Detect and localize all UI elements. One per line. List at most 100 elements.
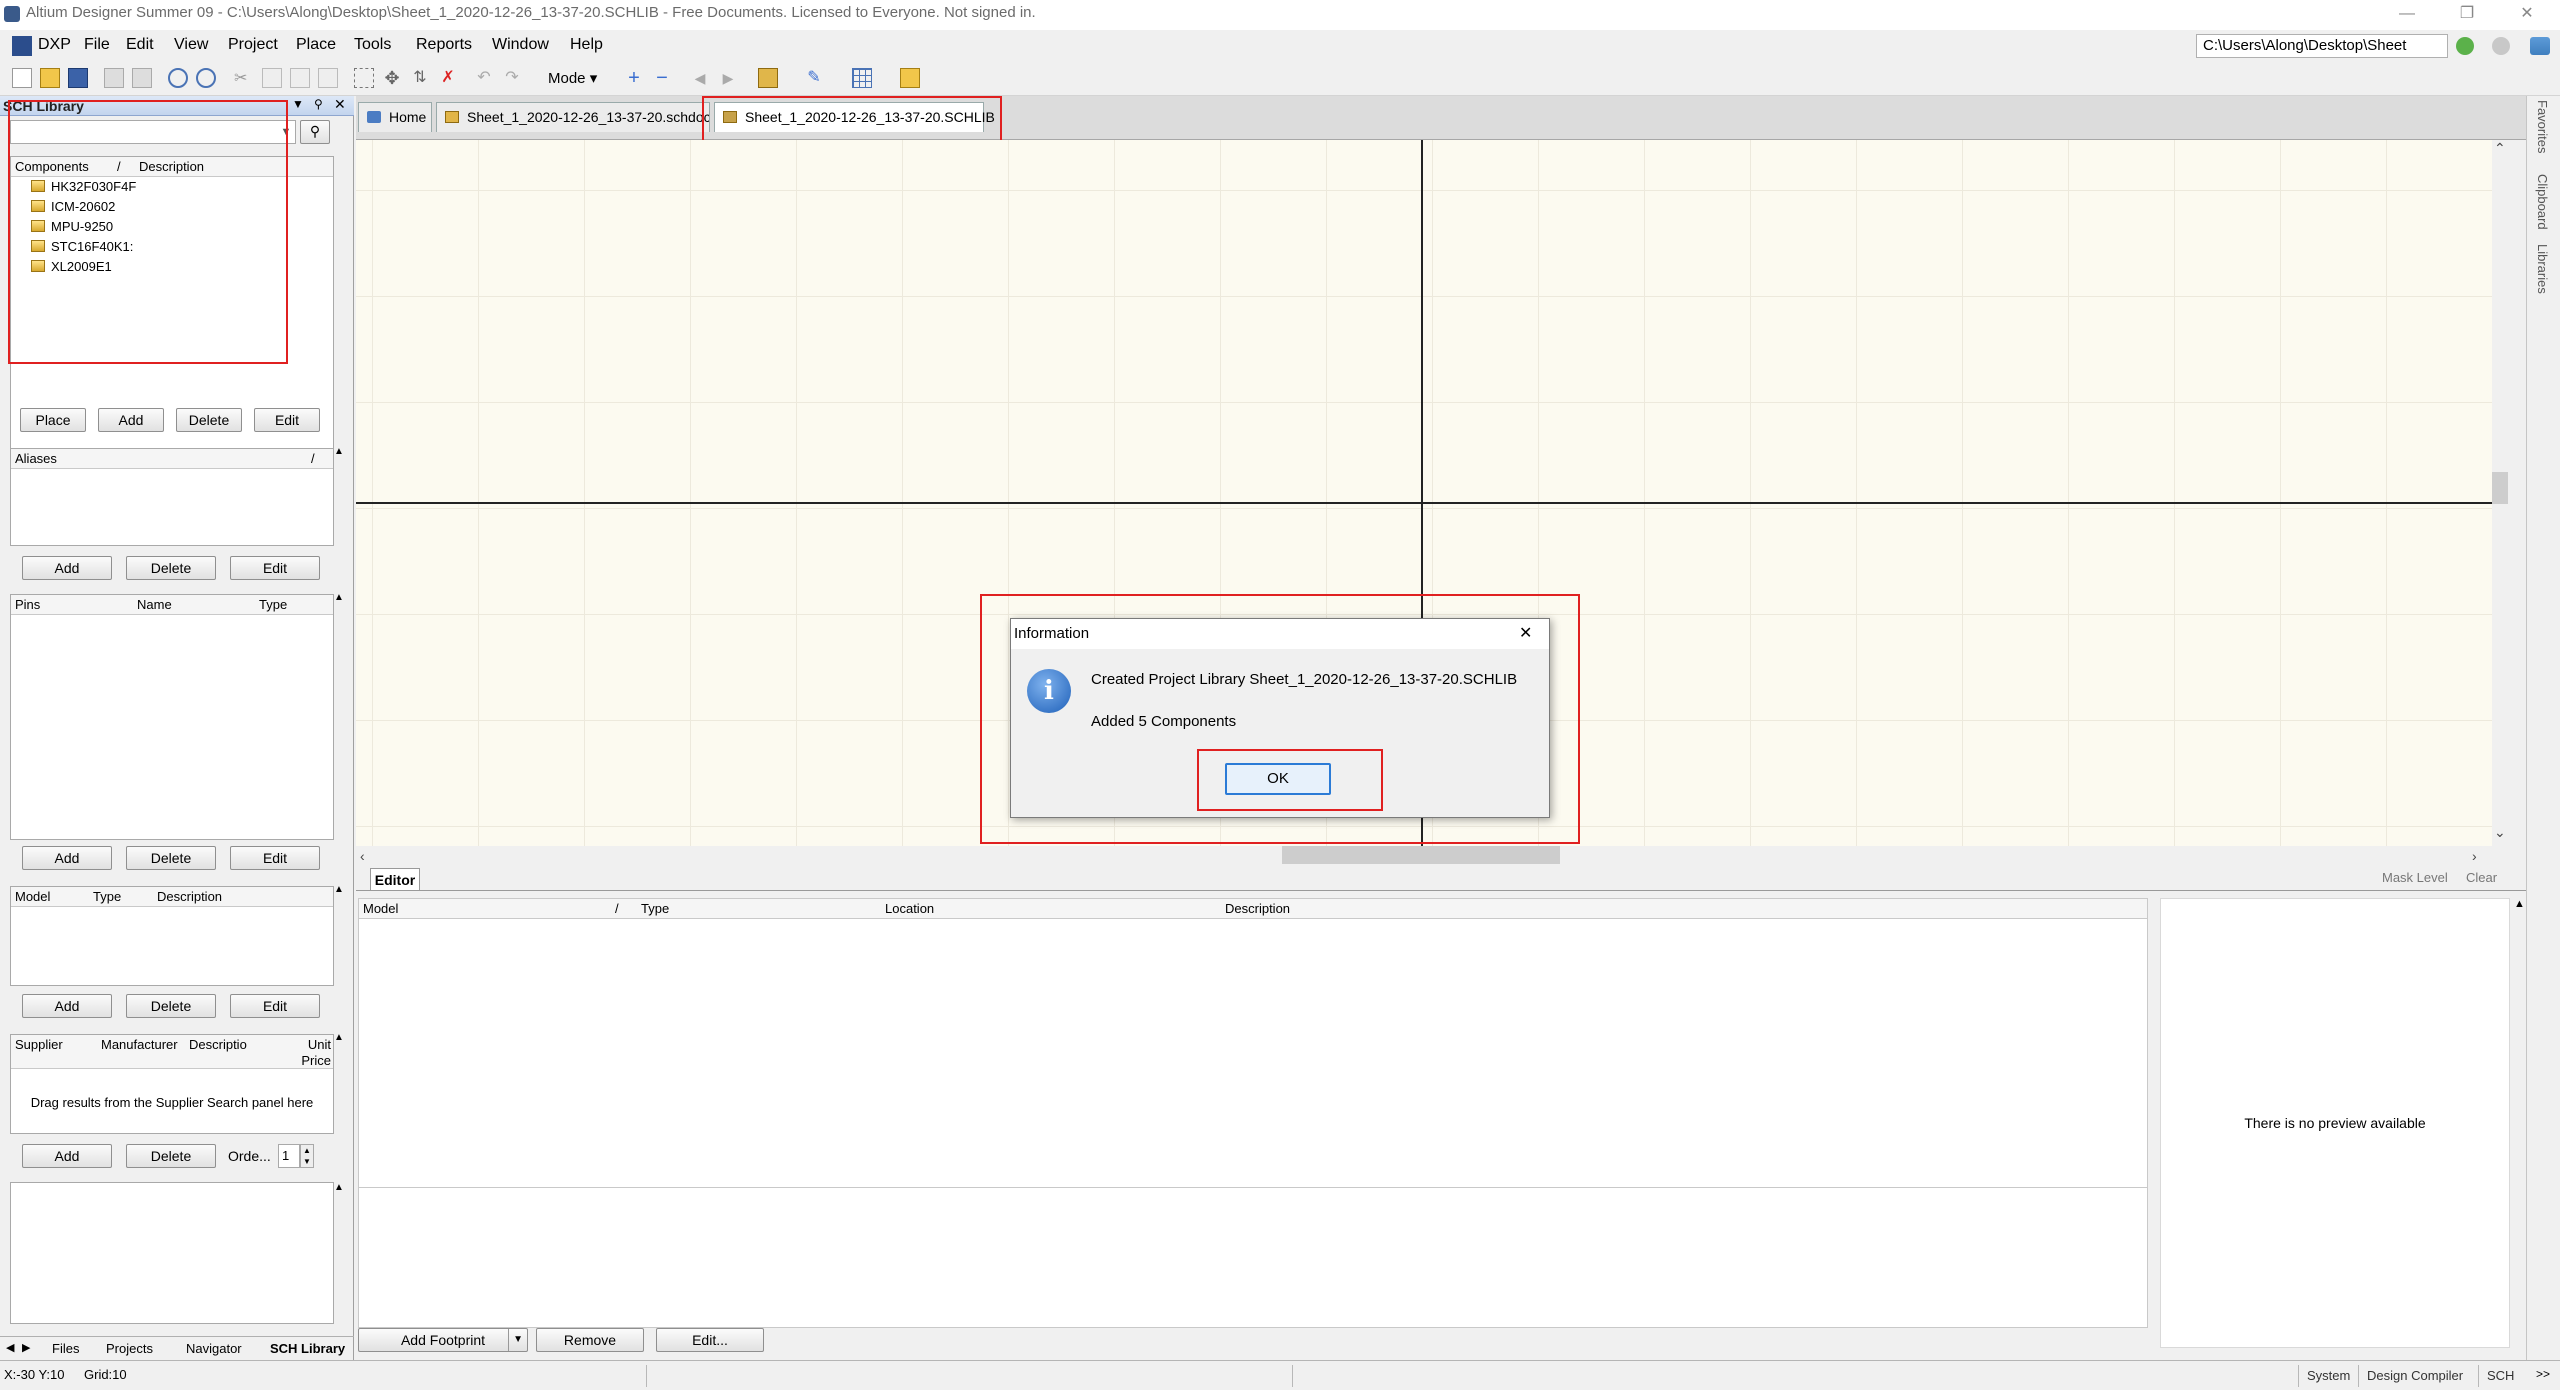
minimize-button[interactable]: — bbox=[2384, 0, 2430, 30]
undo-icon[interactable]: ↶ bbox=[474, 68, 494, 88]
col-supplier[interactable]: Supplier bbox=[15, 1037, 63, 1052]
open-icon[interactable] bbox=[40, 68, 60, 88]
delete-component-button[interactable]: Delete bbox=[176, 408, 242, 432]
filter-search-button[interactable]: ⚲ bbox=[300, 120, 330, 144]
col-manufacturer[interactable]: Manufacturer bbox=[101, 1037, 178, 1052]
path-combo[interactable]: C:\Users\Along\Desktop\Sheet bbox=[2196, 34, 2448, 58]
tab-scroll-right-icon[interactable]: ▶ bbox=[22, 1341, 30, 1354]
status-more-icon[interactable]: >> bbox=[2536, 1367, 2550, 1381]
horizontal-scrollbar[interactable]: ‹ › bbox=[356, 846, 2492, 868]
pins-collapse-icon[interactable]: ▲ bbox=[334, 592, 344, 603]
scroll-up-icon[interactable]: ⌃ bbox=[2494, 140, 2506, 157]
clear-filter-icon[interactable]: ✗ bbox=[438, 68, 458, 88]
extra-collapse-icon[interactable]: ▲ bbox=[334, 1182, 344, 1193]
menu-dxp[interactable]: DXP bbox=[38, 36, 71, 54]
add-footprint-button[interactable]: Add Footprint ▼ bbox=[358, 1328, 528, 1352]
add-pin-button[interactable]: Add bbox=[22, 846, 112, 870]
deselect-icon[interactable]: ⇅ bbox=[410, 68, 430, 88]
col-editor-type[interactable]: Type bbox=[641, 901, 669, 916]
col-model-description[interactable]: Description bbox=[157, 889, 222, 904]
grid-icon[interactable] bbox=[852, 68, 872, 88]
menu-help[interactable]: Help bbox=[570, 36, 603, 54]
copy-icon[interactable] bbox=[262, 68, 282, 88]
model-collapse-icon[interactable]: ▲ bbox=[334, 884, 344, 895]
scroll-left-icon[interactable]: ‹ bbox=[360, 848, 365, 864]
tab-schdoc[interactable]: Sheet_1_2020-12-26_13-37-20.schdoc bbox=[436, 102, 710, 132]
panel-close-icon[interactable]: ✕ bbox=[334, 96, 346, 113]
status-system-button[interactable]: System bbox=[2298, 1365, 2358, 1387]
dialog-close-icon[interactable]: ✕ bbox=[1519, 623, 1532, 643]
vertical-scroll-thumb[interactable] bbox=[2492, 472, 2508, 504]
menu-reports[interactable]: Reports bbox=[416, 36, 472, 54]
col-supplier-description[interactable]: Descriptio bbox=[189, 1037, 247, 1052]
tab-navigator[interactable]: Navigator bbox=[186, 1341, 242, 1356]
extra-list[interactable] bbox=[10, 1182, 334, 1324]
pins-list[interactable]: Pins Name Type bbox=[10, 594, 334, 840]
add-component-button[interactable]: Add bbox=[98, 408, 164, 432]
col-editor-location[interactable]: Location bbox=[885, 901, 934, 916]
add-footprint-dropdown-icon[interactable]: ▼ bbox=[508, 1329, 523, 1351]
tab-files[interactable]: Files bbox=[52, 1341, 79, 1356]
add-model-button[interactable]: Add bbox=[22, 994, 112, 1018]
editor-tab[interactable]: Editor bbox=[370, 868, 420, 890]
supplier-collapse-icon[interactable]: ▲ bbox=[334, 1032, 344, 1043]
col-name[interactable]: Name bbox=[137, 597, 172, 612]
favorites-tab[interactable]: Favorites bbox=[2535, 100, 2550, 153]
rubber-stamp-icon[interactable] bbox=[318, 68, 338, 88]
col-model[interactable]: Model bbox=[15, 889, 50, 904]
select-area-icon[interactable] bbox=[354, 68, 374, 88]
model-grid[interactable]: Model / Type Location Description bbox=[358, 898, 2148, 1188]
add-alias-button[interactable]: Add bbox=[22, 556, 112, 580]
move-icon[interactable]: ✥ bbox=[382, 68, 402, 88]
vertical-scrollbar[interactable]: ⌃ ⌄ bbox=[2492, 140, 2526, 846]
nav-back-icon[interactable] bbox=[2492, 37, 2510, 55]
cut-icon[interactable]: ✂ bbox=[234, 68, 254, 88]
col-pins[interactable]: Pins bbox=[15, 597, 40, 612]
panel-menu-icon[interactable]: ▼ bbox=[292, 97, 304, 111]
aliases-list[interactable]: Aliases / bbox=[10, 448, 334, 546]
prev-part-icon[interactable]: ◀ bbox=[690, 68, 710, 88]
paste-icon[interactable] bbox=[290, 68, 310, 88]
add-part-icon[interactable]: + bbox=[624, 68, 644, 88]
edit-component-button[interactable]: Edit bbox=[254, 408, 320, 432]
col-editor-description[interactable]: Description bbox=[1225, 901, 1290, 916]
horizontal-scroll-thumb[interactable] bbox=[1282, 846, 1560, 864]
remove-button[interactable]: Remove bbox=[536, 1328, 644, 1352]
mode-dropdown[interactable]: Mode ▾ bbox=[548, 68, 597, 90]
redo-icon[interactable]: ↷ bbox=[502, 68, 522, 88]
aliases-collapse-icon[interactable]: ▲ bbox=[334, 446, 344, 457]
model-list[interactable]: Model Type Description bbox=[10, 886, 334, 986]
nav-forward-icon[interactable] bbox=[2456, 37, 2474, 55]
menu-edit[interactable]: Edit bbox=[126, 36, 154, 54]
col-type[interactable]: Type bbox=[259, 597, 287, 612]
status-sch-button[interactable]: SCH bbox=[2478, 1365, 2522, 1387]
next-part-icon[interactable]: ▶ bbox=[718, 68, 738, 88]
save-icon[interactable] bbox=[68, 68, 88, 88]
edit-button[interactable]: Edit... bbox=[656, 1328, 764, 1352]
clear-button[interactable]: Clear bbox=[2466, 870, 2497, 885]
libraries-tab[interactable]: Libraries bbox=[2535, 244, 2550, 294]
close-window-button[interactable]: ✕ bbox=[2504, 0, 2550, 30]
edit-model-button[interactable]: Edit bbox=[230, 994, 320, 1018]
col-model-type[interactable]: Type bbox=[93, 889, 121, 904]
place-button[interactable]: Place bbox=[20, 408, 86, 432]
network-icon[interactable] bbox=[2530, 37, 2550, 55]
delete-alias-button[interactable]: Delete bbox=[126, 556, 216, 580]
edit-alias-button[interactable]: Edit bbox=[230, 556, 320, 580]
order-qty-spinner[interactable]: ▲ ▼ bbox=[300, 1144, 314, 1168]
order-qty-input[interactable]: 1 bbox=[278, 1144, 300, 1168]
panel-pin-icon[interactable]: ⚲ bbox=[314, 97, 323, 111]
delete-supplier-button[interactable]: Delete bbox=[126, 1144, 216, 1168]
clipboard-tab[interactable]: Clipboard bbox=[2535, 174, 2550, 230]
dxp-logo-icon[interactable] bbox=[12, 36, 32, 56]
print-icon[interactable] bbox=[104, 68, 124, 88]
menu-view[interactable]: View bbox=[174, 36, 208, 54]
preview-collapse-icon[interactable]: ▲ bbox=[2514, 898, 2525, 910]
tab-projects[interactable]: Projects bbox=[106, 1341, 153, 1356]
menu-place[interactable]: Place bbox=[296, 36, 336, 54]
place-ic-icon[interactable] bbox=[758, 68, 778, 88]
delete-model-button[interactable]: Delete bbox=[126, 994, 216, 1018]
col-editor-model[interactable]: Model bbox=[363, 901, 398, 916]
scroll-down-icon[interactable]: ⌄ bbox=[2494, 824, 2506, 841]
menu-window[interactable]: Window bbox=[492, 36, 549, 54]
